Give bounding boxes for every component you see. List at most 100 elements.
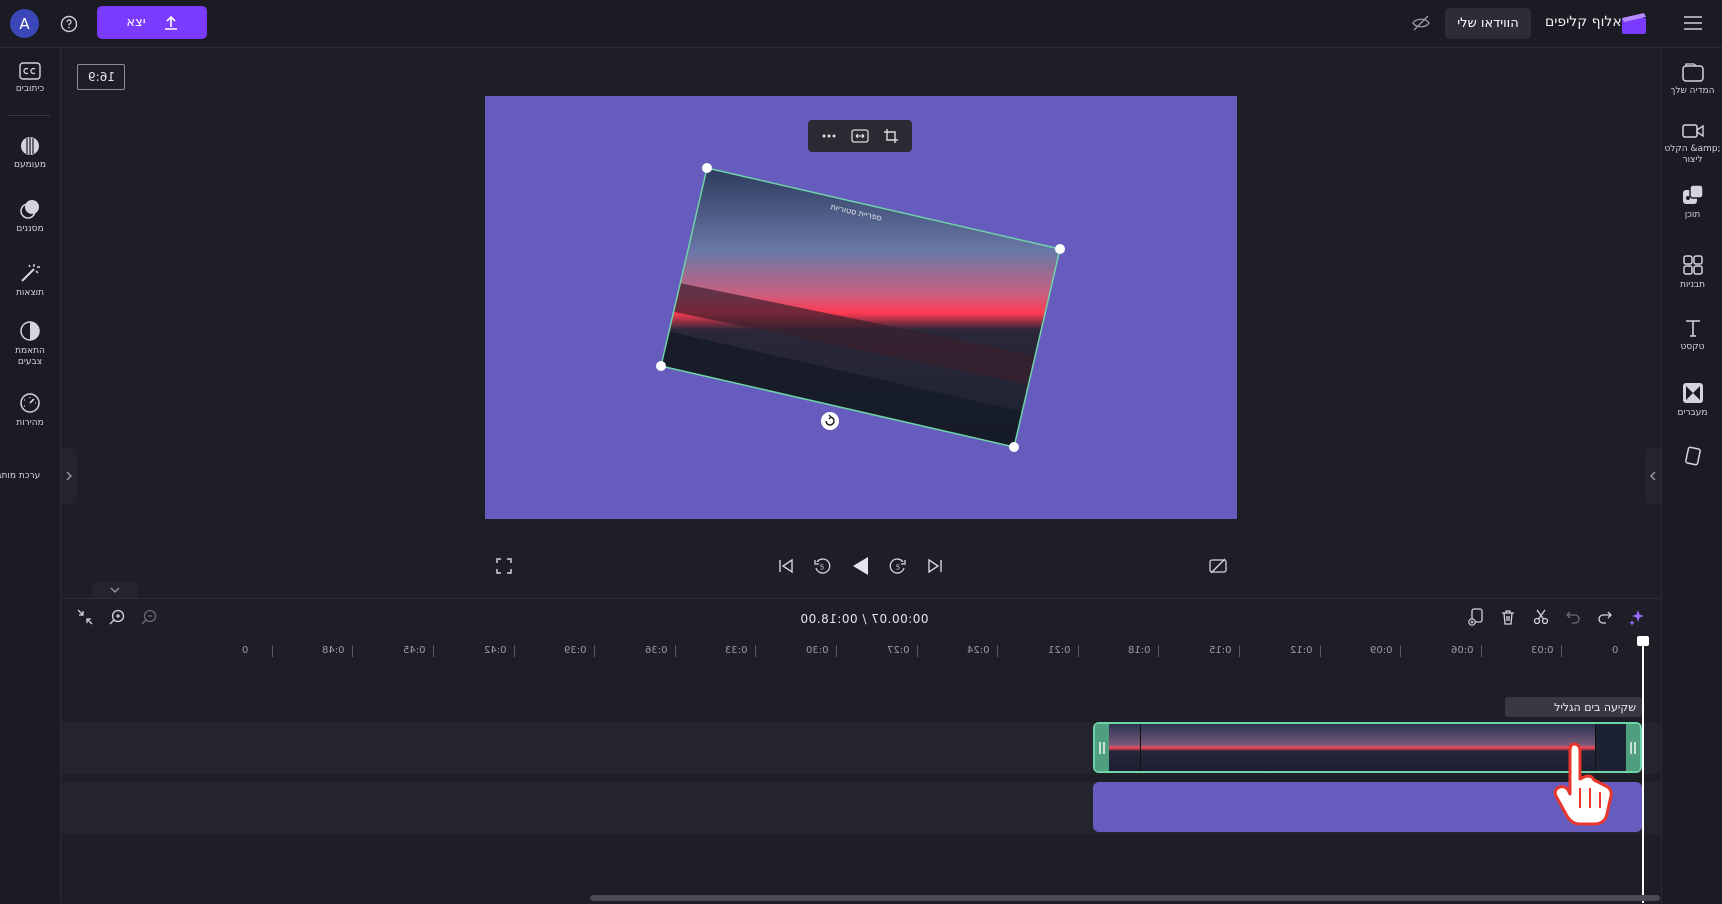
forward-5-icon[interactable]: 5	[888, 556, 908, 576]
more-options-icon[interactable]	[821, 133, 837, 139]
rotate-handle-icon[interactable]	[821, 412, 839, 430]
trim-handle-right[interactable]	[1626, 724, 1640, 771]
ruler-tick-label: 0	[241, 645, 249, 656]
media-icon	[1681, 63, 1704, 82]
sidebar-label: מסננים	[16, 224, 44, 234]
ruler-tick-label: 0:48	[322, 645, 345, 656]
sidebar-item-filters[interactable]: מסננים	[0, 198, 60, 235]
aspect-ratio-button[interactable]: 16:9	[77, 64, 125, 90]
collapse-timeline-button[interactable]	[92, 582, 138, 598]
sidebar-label: מהירות	[16, 418, 44, 428]
divider	[8, 115, 50, 116]
clip-frame	[1231, 724, 1323, 771]
skip-to-end-icon[interactable]	[925, 556, 945, 576]
fullscreen-icon[interactable]	[494, 556, 514, 576]
skip-to-start-icon[interactable]	[776, 556, 796, 576]
ruler-tick-label: 0:42	[483, 645, 507, 656]
timeline-ruler[interactable]	[61, 640, 1660, 662]
sidebar-label: המדיה שלך	[1670, 86, 1715, 96]
sidebar-item-color-adjust[interactable]: התאמת צבעים	[0, 320, 60, 368]
video-track-label: שקיעה בים הגליל	[1505, 697, 1642, 717]
resize-handle[interactable]	[656, 361, 666, 371]
undo-icon[interactable]	[1563, 607, 1583, 627]
ruler-tick	[916, 645, 918, 657]
effects-icon	[21, 264, 40, 282]
delete-icon[interactable]	[1498, 607, 1518, 627]
zoom-out-icon[interactable]	[139, 607, 159, 627]
ruler-tick-label: 0:09	[1370, 645, 1393, 656]
trim-handle-left[interactable]	[1095, 724, 1109, 771]
svg-text:5: 5	[896, 564, 900, 572]
record-icon	[1681, 124, 1704, 138]
chevron-right-icon	[66, 471, 72, 481]
hide-preview-icon[interactable]	[1410, 12, 1432, 34]
sidebar-item-speed[interactable]: מהירות	[0, 392, 60, 429]
sidebar-label: מעברים	[1677, 408, 1708, 418]
crop-icon[interactable]	[883, 128, 899, 144]
play-icon[interactable]	[849, 555, 871, 577]
sidebar-item-effects[interactable]: תוצאות	[0, 262, 60, 299]
sidebar-item-templates[interactable]: תבניות	[1662, 254, 1722, 291]
resize-handle[interactable]	[1055, 244, 1065, 254]
ruler-tick	[1400, 645, 1402, 657]
clip-frame	[1413, 724, 1505, 771]
rewind-5-icon[interactable]: 5	[812, 556, 832, 576]
fit-timeline-icon[interactable]	[75, 607, 95, 627]
ruler-tick-label: 0:36	[644, 645, 668, 656]
ruler-tick-label: 0:12	[1289, 645, 1313, 656]
sidebar-item-media[interactable]: המדיה שלך	[1662, 62, 1722, 97]
menu-icon[interactable]	[1682, 12, 1704, 34]
svg-text:5: 5	[820, 564, 824, 572]
help-icon[interactable]	[58, 13, 80, 35]
sidebar-item-record[interactable]: הקלט &amp; ליצור	[1662, 122, 1722, 166]
sidebar-item-brand[interactable]	[1662, 446, 1722, 470]
sidebar-label: כיתובים	[15, 84, 45, 94]
export-button[interactable]: יצא	[97, 6, 207, 39]
sidebar-item-content[interactable]: תוכן	[1662, 184, 1722, 221]
my-videos-button[interactable]: הווידאו שלי	[1445, 8, 1531, 39]
ruler-tick	[755, 645, 757, 657]
sidebar-label: הקלט &amp; ליצור	[1664, 144, 1721, 165]
sidebar-label: תוצאות	[15, 288, 45, 298]
user-avatar[interactable]: A	[10, 9, 39, 38]
sidebar-item-text[interactable]: טקסט	[1662, 318, 1722, 353]
resize-handle[interactable]	[1009, 442, 1019, 452]
ruler-tick	[513, 645, 515, 657]
speed-icon	[20, 393, 40, 413]
resize-handle[interactable]	[702, 163, 712, 173]
sidebar-label: ערכת מותג	[0, 471, 41, 481]
ai-sparkle-icon[interactable]	[1627, 607, 1647, 627]
text-icon	[1685, 320, 1700, 337]
ruler-tick	[1158, 645, 1160, 657]
brand-name: אלוף קליפים	[1545, 14, 1622, 30]
ruler-tick	[352, 645, 354, 657]
fit-icon[interactable]	[851, 129, 869, 143]
sidebar-item-fade[interactable]: מעומעם	[0, 136, 60, 171]
collapse-right-panel[interactable]	[1645, 448, 1661, 504]
ruler-tick	[271, 645, 273, 657]
duplicate-icon[interactable]	[1466, 607, 1486, 627]
time-readout: 00:00.07 / 00:18.00	[800, 612, 929, 626]
sidebar-label: תבניות	[1679, 280, 1706, 290]
playhead[interactable]	[1642, 640, 1644, 903]
timeline-scrollbar[interactable]	[590, 895, 1660, 901]
playhead-handle[interactable]	[1637, 636, 1649, 646]
hide-captions-icon[interactable]	[1208, 556, 1228, 576]
chevron-down-icon	[110, 587, 120, 593]
hand-cursor-icon	[1550, 740, 1622, 832]
sidebar-label: טקסט	[1680, 342, 1705, 352]
zoom-in-icon[interactable]	[107, 607, 127, 627]
collapse-left-panel[interactable]	[61, 448, 77, 504]
redo-icon[interactable]	[1595, 607, 1615, 627]
ruler-tick-label: 0:39	[564, 645, 587, 656]
export-label: יצא	[126, 15, 146, 30]
brand-icon	[1684, 446, 1701, 466]
sidebar-item-captions[interactable]: כיתובים	[0, 62, 60, 95]
ruler-tick-label: 0:06	[1450, 645, 1474, 656]
ruler-tick-label: 0:27	[886, 645, 910, 656]
selected-video-frame[interactable]	[485, 96, 1237, 519]
split-icon[interactable]	[1531, 607, 1551, 627]
sidebar-item-brand-kit[interactable]: ערכת מותג	[0, 471, 42, 482]
sidebar-item-transitions[interactable]: מעברים	[1662, 382, 1722, 419]
content-icon	[1682, 184, 1704, 204]
